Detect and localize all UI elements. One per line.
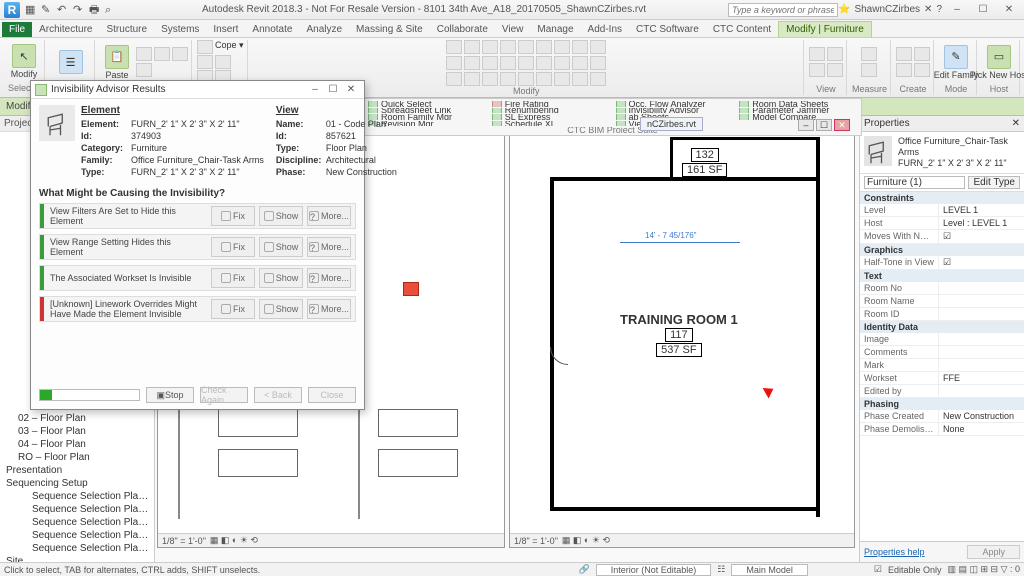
show-button[interactable]: Show <box>259 299 303 319</box>
element-preview-icon <box>39 105 75 141</box>
design-option[interactable]: Main Model <box>731 564 808 576</box>
view-window-2[interactable]: nCZirbes.rvt –☐✕ 14' - 7 45/176" 132 <box>509 116 855 548</box>
edit-type-button[interactable]: Edit Type <box>968 176 1020 189</box>
ribbon-tabs: File Architecture Structure Systems Inse… <box>0 20 1024 38</box>
back-button[interactable]: < Back <box>254 387 302 403</box>
reason-row: The Associated Workset Is InvisibleFixSh… <box>39 265 356 291</box>
modify-tool-button[interactable]: ↖Modify <box>7 44 41 79</box>
tab-manage[interactable]: Manage <box>530 22 580 37</box>
properties-palette[interactable]: Properties✕ Office Furniture_Chair-Task … <box>859 116 1024 562</box>
minimize-button[interactable]: – <box>946 3 968 17</box>
properties-button[interactable]: ☰ <box>54 50 88 74</box>
quick-access-toolbar[interactable]: ▦✎↶↷🖶⌕ <box>24 1 120 18</box>
tab-view[interactable]: View <box>495 22 531 37</box>
show-button[interactable]: Show <box>259 268 303 288</box>
tab-insert[interactable]: Insert <box>206 22 245 37</box>
panel-view: View <box>806 40 847 95</box>
modify-tools[interactable] <box>446 40 606 86</box>
tab-massing[interactable]: Massing & Site <box>349 22 430 37</box>
tab-architecture[interactable]: Architecture <box>32 22 99 37</box>
tab-annotate[interactable]: Annotate <box>245 22 299 37</box>
dialog-close-button[interactable]: ✕ <box>342 84 360 95</box>
close-button[interactable]: ✕ <box>998 3 1020 17</box>
panel-host: ▭Pick New Host Host <box>979 40 1020 95</box>
panel-measure: Measure <box>849 40 891 95</box>
cope-button[interactable]: Cope ▾ <box>197 40 244 54</box>
more-button[interactable]: ?More... <box>307 299 351 319</box>
tab-systems[interactable]: Systems <box>154 22 206 37</box>
active-workset[interactable]: Interior (Not Editable) <box>596 564 712 576</box>
fix-button[interactable]: Fix <box>211 268 255 288</box>
cursor-icon <box>763 384 777 399</box>
help-search-input[interactable] <box>728 3 838 17</box>
show-button[interactable]: Show <box>259 206 303 226</box>
properties-grid[interactable]: ConstraintsLevelLEVEL 1HostLevel : LEVEL… <box>860 192 1024 541</box>
close-dialog-button[interactable]: Close <box>308 387 356 403</box>
type-preview-icon <box>864 136 892 166</box>
infocenter-icon[interactable]: ⭐ <box>838 4 850 15</box>
apply-button[interactable]: Apply <box>967 545 1020 559</box>
check-again-button[interactable]: Check Again <box>200 387 248 403</box>
dialog-maximize-button[interactable]: ☐ <box>324 84 342 95</box>
pick-new-host-button[interactable]: ▭Pick New Host <box>982 45 1016 80</box>
type-selector[interactable]: Furniture (1) <box>864 176 965 189</box>
properties-close-icon[interactable]: ✕ <box>1012 118 1020 129</box>
edit-family-button[interactable]: ✎Edit Family <box>939 45 973 80</box>
help-icon[interactable]: ? <box>936 4 942 15</box>
show-button[interactable]: Show <box>259 237 303 257</box>
ctc-addin-panel: Quick Select Fire Rating Occ. Flow Analy… <box>363 98 862 136</box>
clipboard-small-buttons[interactable] <box>136 47 188 77</box>
maximize-button[interactable]: ☐ <box>972 3 994 17</box>
invisibility-advisor-dialog[interactable]: Invisibility Advisor Results – ☐ ✕ Eleme… <box>30 80 365 410</box>
signin-user[interactable]: ShawnCZirbes <box>854 4 920 15</box>
panel-mode: ✎Edit Family Mode <box>936 40 977 95</box>
exchange-icon[interactable]: ✕ <box>924 4 932 15</box>
tab-ctcsoftware[interactable]: CTC Software <box>629 22 706 37</box>
tab-collaborate[interactable]: Collaborate <box>430 22 495 37</box>
reason-row: [Unknown] Linework Overrides Might Have … <box>39 296 356 322</box>
view-control-bar-1[interactable]: 1/8" = 1'-0"▦ ◧ ◐ ☀ ⟲ <box>158 533 504 547</box>
properties-help-link[interactable]: Properties help <box>864 547 925 557</box>
tab-ctccontent[interactable]: CTC Content <box>706 22 778 37</box>
more-button[interactable]: ?More... <box>307 237 351 257</box>
selected-chair-icon <box>403 282 419 296</box>
view2-tab[interactable]: nCZirbes.rvt <box>640 117 703 131</box>
paste-button[interactable]: 📋Paste <box>100 45 134 80</box>
view-control-bar-2[interactable]: 1/8" = 1'-0"▦ ◧ ◐ ☀ ⟲ <box>510 533 854 547</box>
reason-row: View Filters Are Set to Hide this Elemen… <box>39 203 356 229</box>
tab-analyze[interactable]: Analyze <box>299 22 349 37</box>
stop-button[interactable]: ▣ Stop <box>146 387 194 403</box>
tab-file[interactable]: File <box>2 22 32 37</box>
dialog-minimize-button[interactable]: – <box>306 84 324 95</box>
revit-app-icon[interactable]: R <box>4 2 20 18</box>
fix-button[interactable]: Fix <box>211 206 255 226</box>
reason-row: View Range Setting Hides this ElementFix… <box>39 234 356 260</box>
dialog-app-icon <box>35 84 47 96</box>
tab-structure[interactable]: Structure <box>99 22 154 37</box>
more-button[interactable]: ?More... <box>307 268 351 288</box>
title-bar: R ▦✎↶↷🖶⌕ Autodesk Revit 2018.3 - Not For… <box>0 0 1024 20</box>
tab-modify-furniture[interactable]: Modify | Furniture <box>778 21 872 37</box>
tab-addins[interactable]: Add-Ins <box>581 22 629 37</box>
status-bar: Click to select, TAB for alternates, CTR… <box>0 562 1024 576</box>
app-title: Autodesk Revit 2018.3 - Not For Resale V… <box>120 4 728 15</box>
progress-bar <box>39 389 140 401</box>
fix-button[interactable]: Fix <box>211 299 255 319</box>
mdi-window-buttons[interactable]: –☐✕ <box>798 119 850 131</box>
panel-create: Create <box>893 40 934 95</box>
fix-button[interactable]: Fix <box>211 237 255 257</box>
more-button[interactable]: ?More... <box>307 206 351 226</box>
